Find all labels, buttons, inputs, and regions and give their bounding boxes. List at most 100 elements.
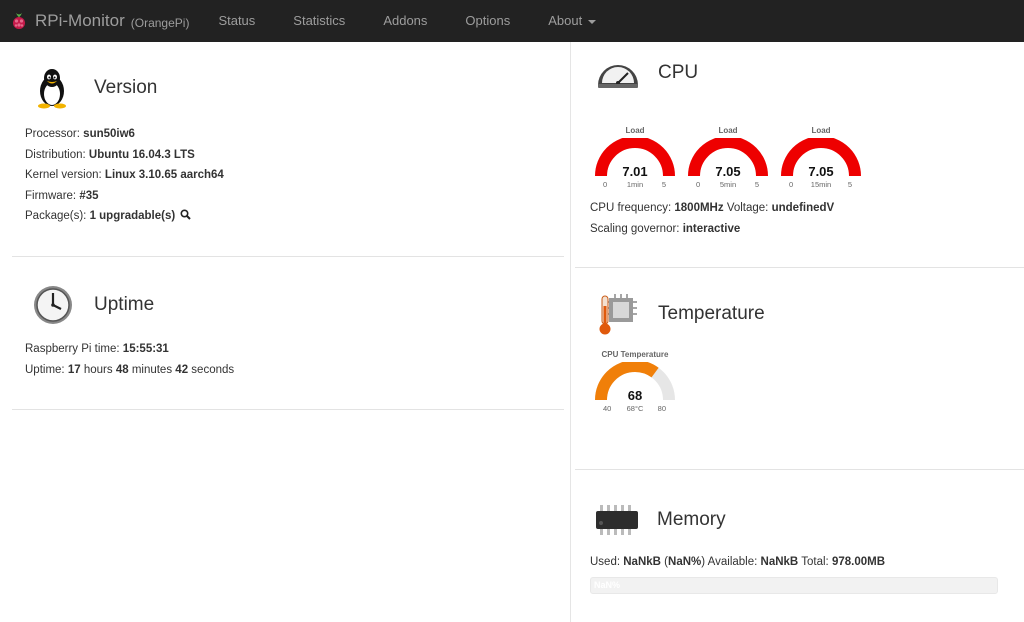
firmware-line: Firmware: #35 [25, 186, 564, 207]
temperature-header: Temperature [575, 268, 1024, 336]
gauge-min: 0 [789, 180, 794, 189]
cpu-frequency-value: 1800MHz [674, 202, 724, 214]
uptime-header: Uptime [12, 257, 564, 327]
governor-label: Scaling governor: [590, 222, 680, 235]
pi-time-value: 15:55:31 [122, 343, 169, 355]
column-divider [570, 42, 571, 622]
cpu-temperature-gauge: CPU Temperature 68 68°C 40 80 [595, 350, 675, 414]
available-label: Available: [707, 556, 758, 568]
load-gauge-5min: Load 7.05 5min 0 5 [688, 126, 768, 190]
tux-penguin-icon [38, 69, 66, 109]
cpu-panel: CPU Load 7.01 1min 0 5 Load 7.05 5min 0 … [575, 42, 1024, 268]
voltage-label: Voltage: [726, 202, 769, 214]
nav-menu: Status Statistics Addons Options About [199, 0, 615, 42]
pi-time-label: Raspberry Pi time: [25, 343, 120, 355]
uptime-label: Uptime: [25, 363, 65, 376]
used-label: Used: [590, 556, 621, 568]
gauge-min: 0 [603, 180, 608, 189]
cpu-details: CPU frequency: 1800MHz Voltage: undefine… [575, 190, 1024, 239]
version-panel: Version Processor: sun50iw6 Distribution… [12, 42, 564, 257]
uptime-details: Raspberry Pi time: 15:55:31 Uptime: 17 h… [12, 327, 564, 380]
cpu-title: CPU [658, 62, 699, 83]
voltage-value: undefinedV [771, 202, 835, 214]
uptime-panel: Uptime Raspberry Pi time: 15:55:31 Uptim… [12, 257, 564, 410]
brand-name: RPi-Monitor [35, 11, 125, 30]
uptime-minutes: 48 [115, 363, 129, 376]
search-icon[interactable] [180, 209, 192, 220]
processor-line: Processor: sun50iw6 [25, 124, 564, 145]
thermometer-chip-icon [599, 294, 637, 335]
kernel-line: Kernel version: Linux 3.10.65 aarch64 [25, 165, 564, 186]
speedometer-icon [598, 65, 638, 88]
nav-about[interactable]: About [529, 0, 615, 42]
governor-line: Scaling governor: interactive [590, 219, 1024, 240]
firmware-value: #35 [79, 189, 99, 202]
memory-progress-label: NaN% [594, 579, 621, 590]
temperature-gauges: CPU Temperature 68 68°C 40 80 [575, 336, 1024, 414]
governor-value: interactive [682, 222, 741, 235]
gauge-min: 40 [603, 404, 612, 413]
nav-options[interactable]: Options [446, 0, 529, 42]
temperature-title: Temperature [658, 303, 765, 324]
gauge-title: CPU Temperature [601, 350, 669, 359]
memory-panel: Memory Used: NaNkB (NaN%) Available: NaN… [575, 470, 1024, 620]
distribution-line: Distribution: Ubuntu 16.04.3 LTS [25, 145, 564, 166]
total-value: 978.00MB [831, 556, 885, 568]
raspberry-icon [13, 13, 25, 29]
memory-progress-bar: NaN% [590, 576, 998, 594]
nav-addons[interactable]: Addons [364, 0, 446, 42]
gauge-value: 7.01 [622, 164, 648, 179]
packages-value: 1 upgradable(s) [89, 210, 176, 222]
gauge-min: 0 [696, 180, 701, 189]
gauge-title: Load [811, 126, 831, 135]
kernel-label: Kernel version: [25, 169, 102, 181]
version-header: Version [12, 42, 564, 109]
gauge-max: 5 [661, 180, 666, 189]
memory-chip-icon [596, 505, 638, 535]
processor-value: sun50iw6 [83, 128, 135, 140]
version-details: Processor: sun50iw6 Distribution: Ubuntu… [12, 108, 564, 227]
available-value: NaNkB [760, 556, 799, 568]
memory-details: Used: NaNkB (NaN%) Available: NaNkB Tota… [575, 542, 1024, 594]
packages-label: Package(s): [25, 210, 87, 222]
uptime-title: Uptime [94, 294, 155, 315]
load-gauge-1min: Load 7.01 1min 0 5 [595, 126, 675, 190]
gauge-title: Load [718, 126, 738, 135]
version-title: Version [94, 77, 158, 98]
uptime-hours-unit: hours [83, 363, 113, 376]
gauge-max: 5 [754, 180, 759, 189]
left-column: Version Processor: sun50iw6 Distribution… [12, 42, 564, 410]
gauge-max: 80 [657, 404, 666, 413]
right-column: CPU Load 7.01 1min 0 5 Load 7.05 5min 0 … [575, 42, 1024, 620]
temperature-panel: Temperature CPU Temperature 68 68°C 40 8… [575, 268, 1024, 470]
used-pct-close: ) [701, 556, 706, 568]
brand[interactable]: RPi-Monitor (OrangePi) [10, 0, 189, 42]
nav-about-label: About [548, 13, 583, 28]
cpu-load-gauges: Load 7.01 1min 0 5 Load 7.05 5min 0 5 Lo… [575, 94, 1024, 190]
processor-label: Processor: [25, 128, 80, 140]
pi-time-line: Raspberry Pi time: 15:55:31 [25, 339, 564, 360]
brand-host: (OrangePi) [130, 16, 190, 30]
uptime-seconds-unit: seconds [191, 363, 235, 376]
used-percent: NaN% [668, 556, 702, 568]
uptime-seconds: 42 [175, 363, 189, 376]
used-value: NaNkB [623, 556, 661, 568]
kernel-value: Linux 3.10.65 aarch64 [104, 169, 224, 181]
packages-line: Package(s): 1 upgradable(s) [25, 206, 564, 227]
cpu-header: CPU [575, 42, 1024, 94]
clock-icon [34, 286, 72, 324]
memory-header: Memory [575, 470, 1024, 542]
memory-usage-line: Used: NaNkB (NaN%) Available: NaNkB Tota… [590, 552, 1024, 573]
nav-status[interactable]: Status [199, 0, 274, 42]
distribution-label: Distribution: [25, 148, 86, 161]
total-label: Total: [801, 556, 829, 568]
cpu-frequency-line: CPU frequency: 1800MHz Voltage: undefine… [590, 198, 1024, 219]
nav-statistics[interactable]: Statistics [274, 0, 364, 42]
load-gauge-15min: Load 7.05 15min 0 5 [781, 126, 861, 190]
navbar: RPi-Monitor (OrangePi) Status Statistics… [0, 0, 1024, 42]
uptime-hours: 17 [67, 363, 81, 376]
gauge-max: 5 [847, 180, 852, 189]
firmware-label: Firmware: [25, 189, 77, 202]
gauge-value: 7.05 [715, 164, 741, 179]
gauge-value: 68 [627, 388, 643, 403]
